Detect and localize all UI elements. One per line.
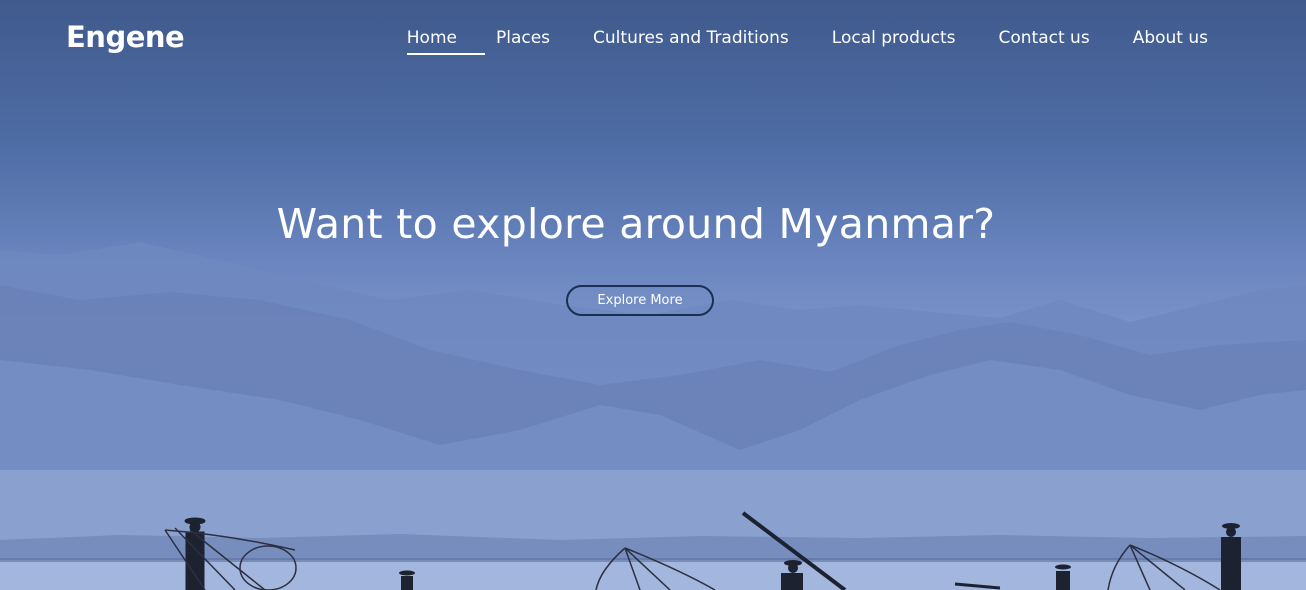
nav-item-places[interactable]: Places	[496, 28, 550, 55]
hero-headline: Want to explore around Myanmar?	[276, 200, 996, 248]
hero-section: Engene Home Places Cultures and Traditio…	[0, 0, 1306, 590]
explore-more-button[interactable]: Explore More	[566, 285, 714, 316]
boat-figure-small	[399, 570, 415, 590]
nav-item-about-us[interactable]: About us	[1133, 28, 1208, 55]
nav-item-home[interactable]: Home	[406, 28, 485, 55]
nav-item-contact-us[interactable]: Contact us	[999, 28, 1090, 55]
brand-logo[interactable]: Engene	[66, 20, 185, 54]
main-nav: Home Places Cultures and Traditions Loca…	[406, 28, 1208, 55]
nav-item-local-products[interactable]: Local products	[832, 28, 956, 55]
nav-item-cultures-and-traditions[interactable]: Cultures and Traditions	[593, 28, 789, 55]
